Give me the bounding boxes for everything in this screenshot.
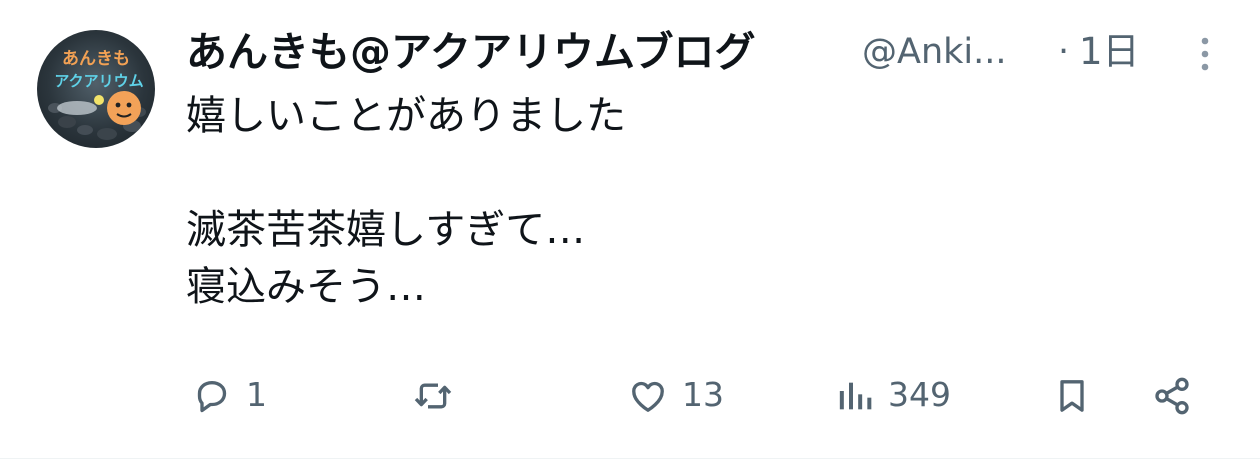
tweet-text-line	[186, 145, 1186, 202]
reply-icon	[197, 381, 227, 413]
views-button[interactable]: 349	[832, 366, 982, 422]
bookmark-icon	[1060, 380, 1084, 412]
retweet-icon	[414, 383, 452, 409]
tweet-text-line: 嬉しいことがありました	[186, 93, 626, 139]
share-button[interactable]	[1150, 366, 1200, 422]
divider	[0, 458, 1260, 459]
bookmark-button[interactable]	[1048, 366, 1098, 422]
tweet-header: あんきも@アクアリウムブログ @Anki... · 1日	[186, 24, 1216, 80]
avatar[interactable]: あんきも アクアリウム	[37, 30, 155, 148]
views-chart-icon	[839, 382, 872, 410]
avatar-text-2: アクアリウム	[54, 72, 143, 90]
like-button[interactable]: 13	[622, 366, 762, 422]
separator-dot: ·	[1058, 32, 1070, 72]
display-name[interactable]: あんきも@アクアリウムブログ	[186, 24, 756, 80]
like-count: 13	[682, 375, 724, 414]
more-vertical-icon[interactable]	[1192, 34, 1218, 74]
timestamp[interactable]: 1日	[1079, 24, 1140, 80]
reply-button[interactable]: 1	[186, 366, 296, 422]
user-handle[interactable]: @Anki...	[862, 24, 1007, 80]
reply-count: 1	[246, 375, 267, 414]
tweet-text: 嬉しいことがありました 滅茶苦茶嬉しすぎて… 寝込みそう…	[186, 88, 1186, 316]
tweet-text-line: 滅茶苦茶嬉しすぎて…	[186, 207, 586, 253]
avatar-text-1: あんきも	[62, 49, 130, 69]
views-count: 349	[888, 375, 951, 414]
tweet-card[interactable]: あんきも アクアリウム あんきも@アクアリウムブログ @Anki... · 1日…	[0, 0, 1260, 471]
avatar-image: あんきも アクアリウム	[48, 49, 146, 140]
heart-icon	[632, 381, 664, 412]
retweet-button[interactable]	[406, 366, 496, 422]
tweet-text-line: 寝込みそう…	[186, 264, 426, 310]
share-icon	[1155, 377, 1189, 415]
action-bar: 1 13 349	[186, 366, 1206, 422]
